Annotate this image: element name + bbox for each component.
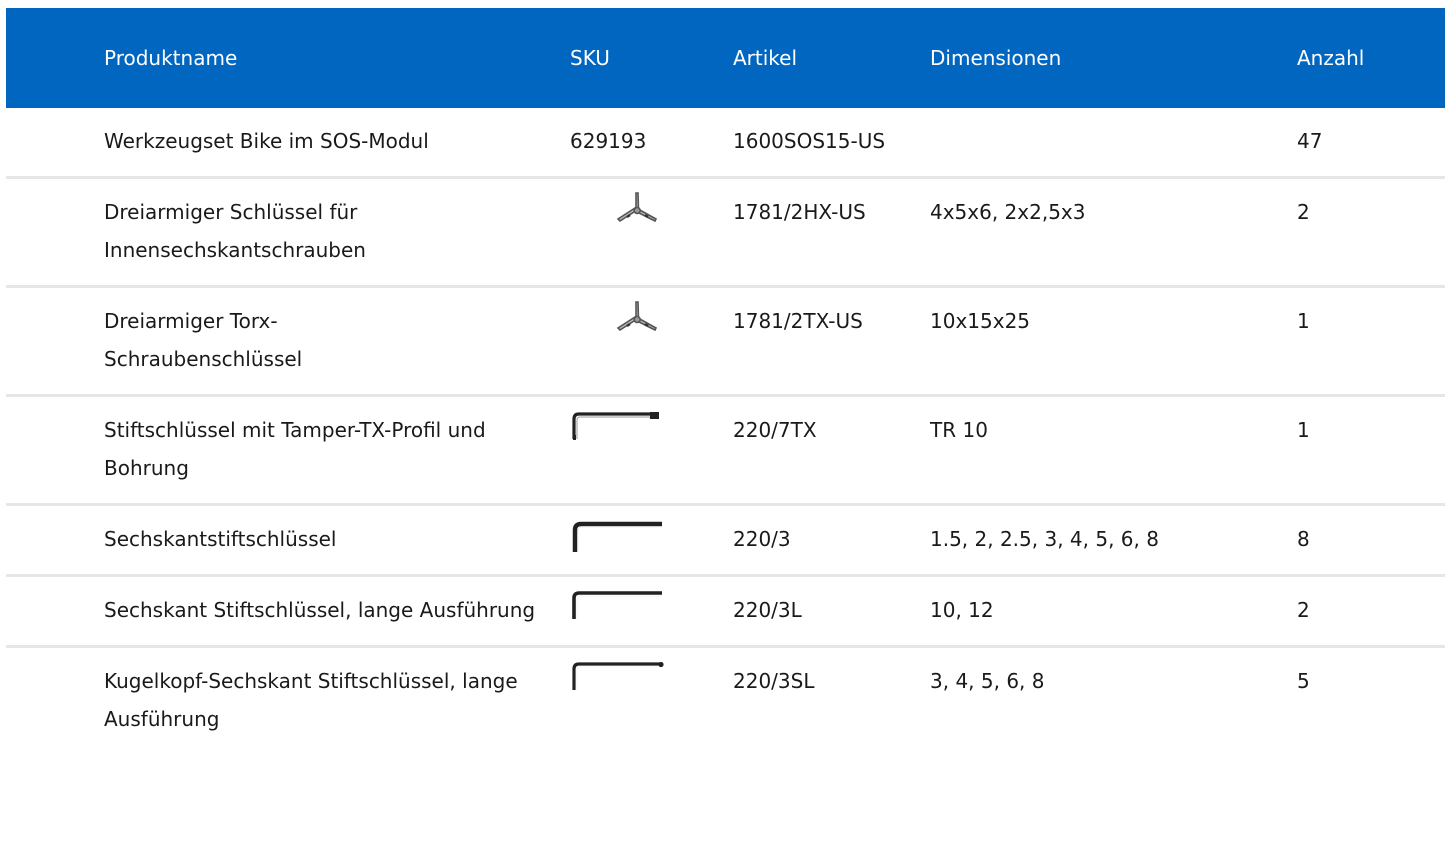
cell-produktname: Sechskant Stiftschlüssel, lange Ausführu…: [6, 575, 565, 648]
table-header-row: Produktname SKU Artikel Dimensionen Anza…: [6, 8, 1445, 108]
cell-produktname: Dreiarmiger Torx-Schraubenschlüssel: [6, 286, 565, 397]
ball-end-l-key-icon: [570, 660, 670, 700]
cell-anzahl: 1: [1294, 395, 1445, 506]
cell-artikel: 1600SOS15-US: [723, 108, 930, 179]
table-body: Werkzeugset Bike im SOS-Modul 629193 160…: [6, 108, 1445, 754]
cell-artikel: 1781/2HX-US: [723, 177, 930, 288]
cell-sku: [565, 395, 723, 506]
column-header-dimensionen[interactable]: Dimensionen: [930, 8, 1294, 108]
cell-dimensionen: 10, 12: [930, 575, 1294, 648]
cell-artikel: 220/3SL: [733, 669, 815, 693]
product-table: Produktname SKU Artikel Dimensionen Anza…: [6, 8, 1445, 754]
cell-dimensionen: 3, 4, 5, 6, 8: [930, 669, 1045, 693]
table-row: Sechskant Stiftschlüssel, lange Ausführu…: [6, 575, 1445, 648]
product-table-container: Produktname SKU Artikel Dimensionen Anza…: [6, 8, 1445, 754]
table-row: Kugelkopf-Sechskant Stiftschlüssel, lang…: [6, 647, 1445, 755]
cell-anzahl: 8: [1294, 504, 1445, 577]
cell-anzahl: 47: [1294, 108, 1445, 179]
table-row: Werkzeugset Bike im SOS-Modul 629193 160…: [6, 108, 1445, 179]
cell-dimensionen: TR 10: [930, 395, 1294, 506]
three-arm-wrench-icon: [570, 300, 670, 340]
cell-artikel: 220/3L: [723, 575, 930, 648]
column-header-anzahl[interactable]: Anzahl: [1294, 8, 1445, 108]
l-key-wrench-icon: [570, 589, 670, 629]
table-row: Sechskantstiftschlüssel 220/3 1.5, 2, 2.…: [6, 504, 1445, 577]
cell-sku: [565, 177, 723, 288]
cell-sku: [565, 286, 723, 397]
cell-artikel: 1781/2TX-US: [723, 286, 930, 397]
cell-produktname: Kugelkopf-Sechskant Stiftschlüssel, lang…: [104, 669, 518, 731]
cell-produktname: Stiftschlüssel mit Tamper-TX-Profil und …: [6, 395, 565, 506]
cell-produktname: Werkzeugset Bike im SOS-Modul: [6, 108, 565, 179]
cell-sku: [565, 575, 723, 648]
cell-sku: [565, 647, 723, 755]
cell-artikel: 220/3: [723, 504, 930, 577]
cell-produktname: Sechskantstiftschlüssel: [6, 504, 565, 577]
cell-artikel: 220/7TX: [723, 395, 930, 506]
cell-anzahl: 2: [1294, 177, 1445, 288]
l-key-wrench-icon: [570, 518, 670, 558]
three-arm-wrench-icon: [570, 191, 670, 231]
cell-dimensionen: 1.5, 2, 2.5, 3, 4, 5, 6, 8: [930, 504, 1294, 577]
cell-sku: [565, 504, 723, 577]
cell-anzahl: 2: [1294, 575, 1445, 648]
cell-dimensionen: [930, 108, 1294, 179]
cell-anzahl: 5: [1297, 669, 1310, 693]
table-header: Produktname SKU Artikel Dimensionen Anza…: [6, 8, 1445, 108]
cell-sku: 629193: [565, 108, 723, 179]
table-row: Dreiarmiger Torx-Schraubenschlüssel 1781…: [6, 286, 1445, 397]
cell-dimensionen: 4x5x6, 2x2,5x3: [930, 177, 1294, 288]
cell-anzahl: 1: [1294, 286, 1445, 397]
column-header-sku[interactable]: SKU: [565, 8, 723, 108]
cell-dimensionen: 10x15x25: [930, 286, 1294, 397]
l-key-wrench-icon: [570, 409, 670, 449]
table-row: Dreiarmiger Schlüssel für Innensechskant…: [6, 177, 1445, 288]
cell-produktname: Dreiarmiger Schlüssel für Innensechskant…: [6, 177, 565, 288]
column-header-produktname[interactable]: Produktname: [6, 8, 565, 108]
table-row: Stiftschlüssel mit Tamper-TX-Profil und …: [6, 395, 1445, 506]
column-header-artikel[interactable]: Artikel: [723, 8, 930, 108]
